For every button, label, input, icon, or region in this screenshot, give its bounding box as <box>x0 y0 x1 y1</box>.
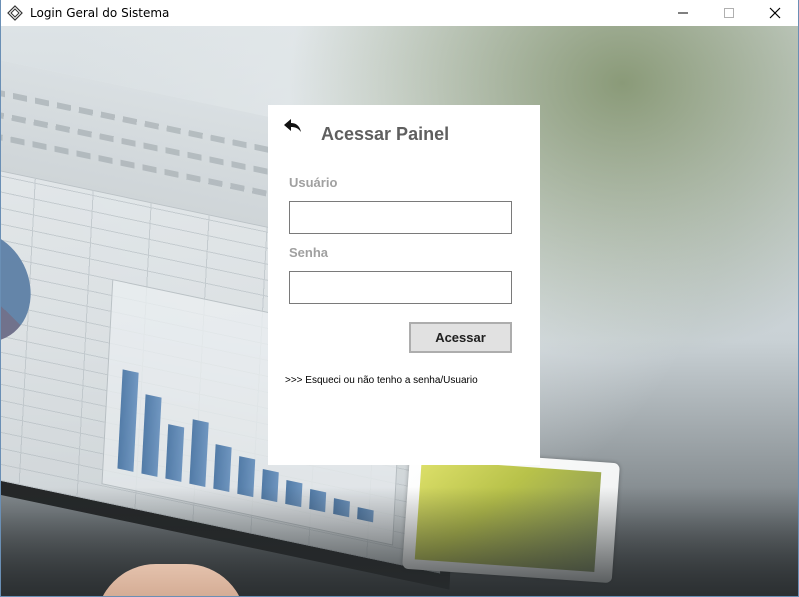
close-button[interactable] <box>752 0 798 26</box>
minimize-icon <box>678 12 688 14</box>
window-title: Login Geral do Sistema <box>30 6 170 20</box>
panel-title: Acessar Painel <box>321 124 450 144</box>
window-controls <box>660 0 798 26</box>
username-label: Usuário <box>289 175 338 190</box>
forgot-password-link[interactable]: >>> Esqueci ou não tenho a senha/Usuario <box>285 375 478 386</box>
back-arrow-icon <box>284 119 301 132</box>
app-diamond-icon <box>7 5 23 21</box>
password-label: Senha <box>289 245 329 260</box>
maximize-icon <box>724 8 734 18</box>
minimize-button[interactable] <box>660 0 706 26</box>
close-icon <box>769 7 781 19</box>
login-panel: Acessar Painel Usuário Senha Acessar >>>… <box>268 105 540 465</box>
back-button[interactable] <box>282 115 304 137</box>
password-field[interactable] <box>289 271 512 304</box>
title-bar[interactable]: Login Geral do Sistema <box>1 0 798 26</box>
access-button[interactable]: Acessar <box>409 322 512 353</box>
maximize-button[interactable] <box>706 0 752 26</box>
login-window: Login Geral do Sistema Acessar Painel Us… <box>0 0 799 597</box>
username-field[interactable] <box>289 201 512 234</box>
